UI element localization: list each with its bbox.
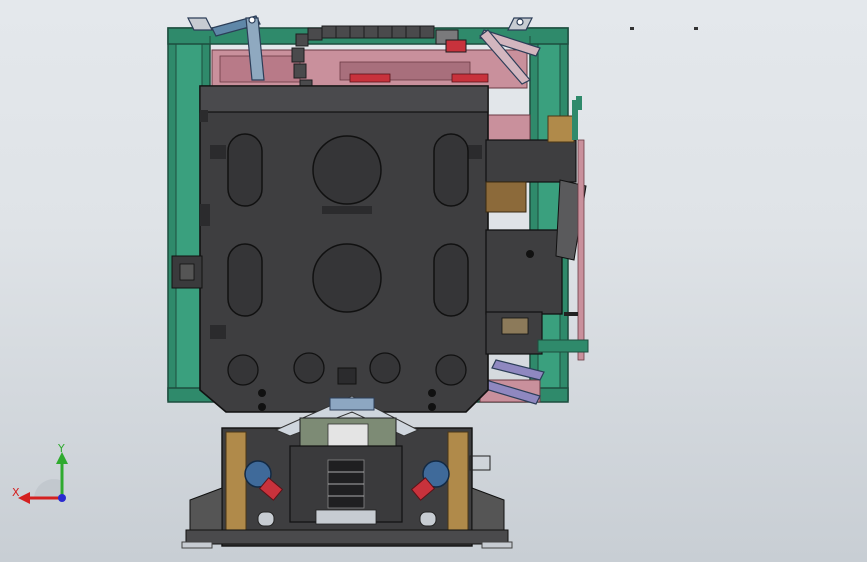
triad-plane — [34, 479, 60, 498]
model-viewport[interactable] — [0, 0, 867, 562]
view-markers — [630, 27, 698, 30]
lower-assembly — [181, 395, 513, 549]
z-axis-dot — [58, 494, 66, 502]
triad-icon[interactable]: Y X — [12, 440, 74, 506]
marker-dot — [630, 27, 634, 30]
y-axis-label: Y — [57, 442, 65, 455]
main-body — [199, 85, 489, 413]
marker-dot — [694, 27, 698, 30]
x-axis-arrow — [18, 492, 30, 504]
x-axis-label: X — [12, 486, 20, 499]
